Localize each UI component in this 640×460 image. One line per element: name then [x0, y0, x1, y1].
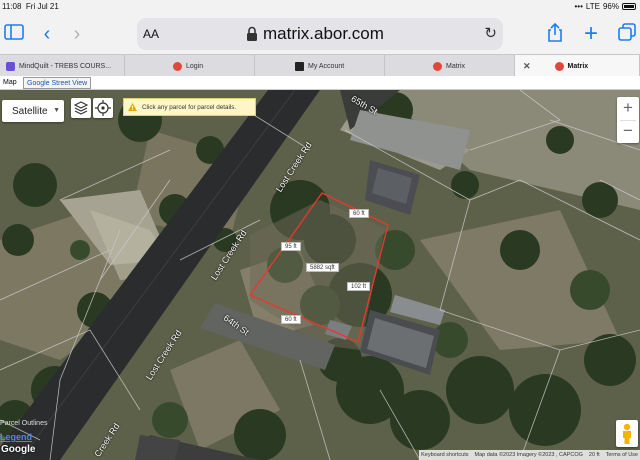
wifi-dots-icon: •••	[574, 2, 583, 11]
tab-label: My Account	[308, 62, 345, 70]
terms-link[interactable]: Terms of Use	[606, 452, 638, 458]
reload-icon[interactable]: ↻	[484, 24, 497, 42]
tab-label: MindQuilt - TREBS COURS...	[19, 62, 112, 70]
map-attribution: Keyboard shortcuts Map data ©2023 Imager…	[419, 450, 640, 460]
tab-my-account[interactable]: My Account	[255, 55, 385, 77]
new-tab-plus-icon[interactable]: +	[580, 22, 602, 46]
matrix-favicon-icon	[173, 61, 182, 71]
legend-link[interactable]: Legend	[0, 432, 32, 442]
matrix-favicon-icon	[554, 61, 564, 71]
locate-button[interactable]	[93, 98, 113, 118]
map-type-selector[interactable]: Satellite ▼	[2, 100, 64, 122]
parcel-dim-right: 102 ft	[347, 282, 371, 291]
parcel-dim-left: 95 ft	[281, 242, 301, 251]
satellite-map[interactable]: Satellite ▼ Click any parcel for parcel …	[0, 90, 640, 460]
layers-icon	[73, 101, 89, 115]
google-logo: Google	[1, 444, 36, 455]
pegman-icon	[623, 423, 631, 444]
map-scale[interactable]: 20 ft	[589, 452, 600, 458]
sidebar-icon[interactable]	[3, 23, 25, 45]
tab-map[interactable]: Map	[0, 77, 20, 89]
battery-icon	[622, 3, 636, 10]
browser-tab-strip: MindQuilt - TREBS COURS... Login My Acco…	[0, 54, 640, 77]
map-view-tabs: Map Google Street View	[0, 76, 640, 90]
carrier-label: LTE	[585, 2, 600, 11]
notice-text: Click any parcel for parcel details.	[142, 103, 237, 111]
zoom-controls: + −	[617, 97, 639, 143]
satellite-imagery	[0, 90, 640, 460]
zoom-out-button[interactable]: −	[617, 120, 639, 143]
status-indicators: ••• LTE 96%	[574, 2, 636, 11]
overlay-faint-label: Parcel Outlines	[0, 420, 48, 427]
browser-toolbar: ‹ › AA matrix.abor.com ↻ +	[0, 14, 640, 54]
tab-overview-icon[interactable]	[616, 23, 638, 45]
share-icon[interactable]	[544, 22, 566, 45]
parcel-dim-bottom: 60 ft	[281, 315, 301, 324]
url-text[interactable]: matrix.abor.com	[263, 24, 384, 44]
warning-icon	[128, 103, 137, 111]
layers-button[interactable]	[71, 98, 91, 118]
ios-status-bar: 11:08 Fri Jul 21 ••• LTE 96%	[0, 0, 640, 14]
status-time-date: 11:08 Fri Jul 21	[2, 2, 59, 11]
keyboard-shortcuts-link[interactable]: Keyboard shortcuts	[421, 452, 468, 458]
tab-label: Login	[186, 62, 204, 70]
text-size-button[interactable]: AA	[143, 27, 159, 41]
map-data-credit: Map data ©2023 Imagery ©2023 , CAPCOG	[474, 452, 583, 458]
tab-login[interactable]: Login	[125, 55, 255, 77]
lock-icon	[247, 26, 257, 41]
mindquilt-favicon-icon	[6, 61, 15, 71]
close-tab-icon[interactable]: ✕	[523, 61, 531, 72]
zoom-in-button[interactable]: +	[617, 97, 639, 120]
parcel-dim-top: 60 ft	[349, 209, 369, 218]
tab-mindquilt[interactable]: MindQuilt - TREBS COURS...	[0, 55, 125, 77]
address-bar[interactable]: AA matrix.abor.com ↻	[137, 18, 503, 50]
battery-percent: 96%	[602, 2, 619, 11]
parcel-notice-banner: Click any parcel for parcel details.	[123, 98, 256, 116]
tab-label: Matrix	[446, 62, 466, 70]
tab-street-view[interactable]: Google Street View	[23, 77, 92, 89]
map-type-label: Satellite	[12, 105, 48, 117]
crosshair-location-icon	[95, 100, 111, 116]
tab-matrix[interactable]: Matrix	[385, 55, 515, 77]
forward-chevron-icon[interactable]: ›	[66, 23, 88, 45]
dropdown-caret-icon: ▼	[53, 107, 60, 114]
parcel-area: 5882 sqft	[306, 263, 339, 272]
street-view-pegman[interactable]	[616, 420, 638, 447]
account-favicon-icon	[295, 61, 304, 71]
back-chevron-icon[interactable]: ‹	[36, 23, 58, 45]
tab-label: Matrix	[567, 62, 589, 70]
matrix-favicon-icon	[433, 61, 442, 71]
tab-matrix-active[interactable]: ✕ Matrix	[515, 55, 640, 77]
